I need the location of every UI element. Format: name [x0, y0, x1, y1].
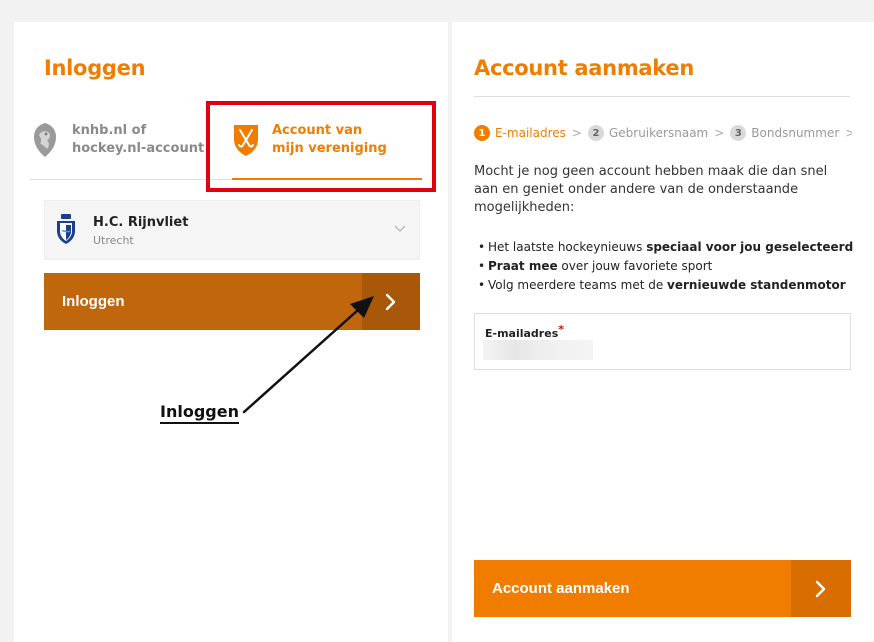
- register-divider: [474, 96, 850, 97]
- step-separator: >: [845, 126, 852, 140]
- club-logo-icon: [55, 213, 77, 245]
- register-intro: Mocht je nog geen account hebben maak di…: [474, 164, 828, 215]
- step-separator: >: [571, 126, 582, 140]
- step-1-label: E-mailadres: [495, 126, 566, 140]
- step-2-number: 2: [587, 125, 604, 141]
- club-name: H.C. Rijnvliet: [93, 215, 189, 230]
- club-select[interactable]: H.C. Rijnvliet Utrecht: [44, 200, 420, 260]
- email-field-label: E-mailadres*: [485, 323, 565, 340]
- create-account-button[interactable]: Account aanmaken: [474, 560, 851, 617]
- email-field[interactable]: E-mailadres*: [474, 313, 851, 370]
- benefits-list: Het laatste hockeynieuws speciaal voor j…: [478, 238, 858, 295]
- club-city: Utrecht: [93, 234, 134, 247]
- login-title: Inloggen: [44, 56, 146, 80]
- annotation-label: Inloggen: [160, 402, 239, 424]
- tab-knhb-label-line1: knhb.nl of: [72, 123, 147, 138]
- create-account-button-label: Account aanmaken: [492, 580, 630, 597]
- step-2-label: Gebruikersnaam: [608, 126, 709, 140]
- chevron-down-icon: [393, 221, 407, 235]
- login-button-label: Inloggen: [62, 293, 125, 310]
- tab-knhb-account[interactable]: knhb.nl of hockey.nl-account: [30, 100, 220, 180]
- annotation-arrow: [242, 296, 374, 414]
- step-separator: >: [714, 126, 725, 140]
- tab-knhb-label-line2: hockey.nl-account: [72, 141, 205, 156]
- email-input-value[interactable]: [483, 340, 593, 360]
- list-item: Praat mee over jouw favoriete sport: [478, 257, 858, 276]
- step-1-number: 1: [474, 125, 490, 141]
- register-steps: 1 E-mailadres > 2 Gebruikersnaam > 3 Bon…: [474, 124, 852, 142]
- step-3-number: 3: [730, 125, 747, 141]
- step-3-label: Bondsnummer: [751, 126, 840, 140]
- list-item: Het laatste hockeynieuws speciaal voor j…: [478, 238, 858, 257]
- required-mark: *: [558, 323, 565, 336]
- register-title: Account aanmaken: [474, 56, 694, 80]
- annotation-highlight-box: [206, 101, 436, 192]
- knhb-lion-icon: [30, 121, 60, 159]
- chevron-right-icon: [791, 560, 851, 617]
- list-item: Volg meerdere teams met de vernieuwde st…: [478, 276, 858, 295]
